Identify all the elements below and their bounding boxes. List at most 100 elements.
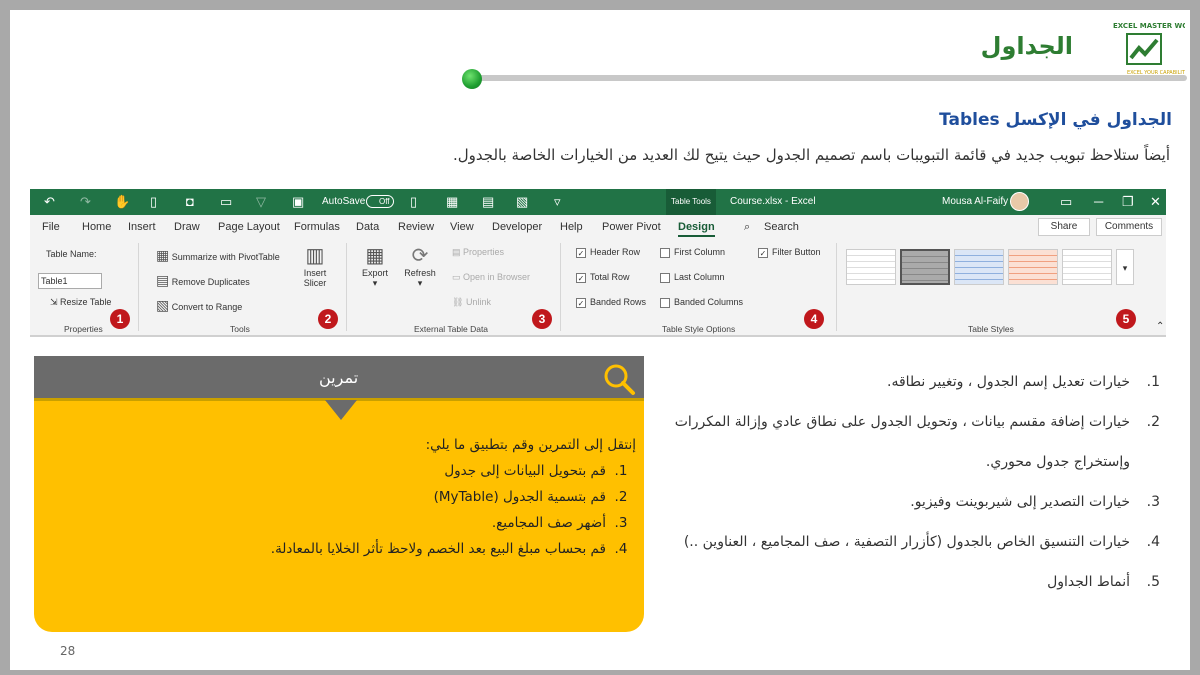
refresh-button[interactable]: ⟳ Refresh ▾ xyxy=(400,243,440,289)
table-style-thumb[interactable] xyxy=(1008,249,1058,285)
total-row-checkbox[interactable]: ✓ Total Row xyxy=(576,272,630,283)
redo-icon[interactable]: ↷ xyxy=(80,194,91,210)
share-button[interactable]: Share xyxy=(1038,218,1090,236)
header-row-checkbox[interactable]: ✓ Header Row xyxy=(576,247,640,258)
tools-group-label: Tools xyxy=(230,324,250,334)
filter-icon[interactable]: ▽ xyxy=(256,194,266,210)
checkbox-checked: ✓ xyxy=(576,297,586,308)
user-name: Mousa Al-Faify xyxy=(942,196,1009,207)
tab-file[interactable]: File xyxy=(42,221,60,233)
customize-qat-icon[interactable]: ▿ xyxy=(554,194,561,210)
undo-icon[interactable]: ↶ xyxy=(44,194,55,210)
restore-icon[interactable]: ❐ xyxy=(1122,194,1134,210)
table-icon[interactable]: ▤ xyxy=(482,194,494,210)
search-icon[interactable]: ⌕ xyxy=(744,221,750,234)
share-label: Share xyxy=(1050,221,1078,232)
tab-power-pivot[interactable]: Power Pivot xyxy=(602,221,661,233)
tab-review[interactable]: Review xyxy=(398,221,434,233)
list-item: 1. قم بتحويل البيانات إلى جدول xyxy=(46,458,636,484)
exercise-body: إنتقل إلى التمرين وقم بتطبيق ما يلي: 1. ق… xyxy=(46,432,636,562)
insert-slicer-button[interactable]: ▥ Insert Slicer xyxy=(300,243,330,288)
chart-icon[interactable]: ▧ xyxy=(516,194,528,210)
tab-view[interactable]: View xyxy=(450,221,474,233)
item-text: أنماط الجداول xyxy=(1047,574,1130,590)
slicer-icon: ▥ xyxy=(305,245,325,267)
tab-insert[interactable]: Insert xyxy=(128,221,156,233)
badge-2: 2 xyxy=(318,309,338,329)
badge-3: 3 xyxy=(532,309,552,329)
properties-button[interactable]: ▤ Properties xyxy=(452,247,504,258)
comments-button[interactable]: Comments xyxy=(1096,218,1162,236)
last-column-checkbox[interactable]: Last Column xyxy=(660,272,725,283)
table-style-thumb-selected[interactable] xyxy=(900,249,950,285)
save-icon[interactable]: ▣ xyxy=(292,194,304,210)
pivot-icon: ▦ xyxy=(156,247,170,263)
table-name-input[interactable]: Table1 xyxy=(38,273,102,289)
first-column-checkbox[interactable]: First Column xyxy=(660,247,725,258)
new-icon[interactable]: ▯ xyxy=(150,194,157,210)
list-item: 4. قم بحساب مبلغ البيع بعد الخصم ولاحظ تأ… xyxy=(46,536,636,562)
remove-duplicates-button[interactable]: ▤ Remove Duplicates xyxy=(156,272,250,289)
collapse-ribbon-icon[interactable]: ⌃ xyxy=(1156,321,1164,332)
list-item: 3. أضهر صف المجاميع. xyxy=(46,510,636,536)
tab-data[interactable]: Data xyxy=(356,221,379,233)
table-name-label: Table Name: xyxy=(46,249,97,259)
options-group-label: Table Style Options xyxy=(662,324,736,334)
item-text: خيارات التصدير إلى شيربوينت وفيزيو. xyxy=(910,494,1130,510)
search-box[interactable]: Search xyxy=(764,221,799,233)
banded-columns-checkbox[interactable]: Banded Columns xyxy=(660,297,743,308)
banded-rows-checkbox[interactable]: ✓ Banded Rows xyxy=(576,297,646,308)
banded-columns-label: Banded Columns xyxy=(674,297,744,307)
resize-table-label: Resize Table xyxy=(60,297,112,307)
item-number: 5. xyxy=(1146,574,1160,590)
ribbon-display-icon[interactable]: ▭ xyxy=(1060,194,1072,210)
slicer-label-1: Insert xyxy=(303,268,327,278)
convert-range-button[interactable]: ▧ Convert to Range xyxy=(156,297,242,314)
properties-group-label: Properties xyxy=(64,324,103,334)
remove-dup-icon: ▤ xyxy=(156,272,170,288)
summarize-pivot-button[interactable]: ▦ Summarize with PivotTable xyxy=(156,247,280,264)
close-icon[interactable]: ✕ xyxy=(1150,194,1161,210)
table-style-thumb[interactable] xyxy=(1062,249,1112,285)
tab-formulas[interactable]: Formulas xyxy=(294,221,340,233)
styles-more-button[interactable]: ▾ xyxy=(1116,249,1134,285)
exercise-header: تمرين xyxy=(34,356,644,401)
refresh-icon: ⟳ xyxy=(411,245,429,267)
checkbox-checked: ✓ xyxy=(758,247,768,258)
list-item: 2. قم بتسمية الجدول (MyTable) xyxy=(46,484,636,510)
touch-mode-icon[interactable]: ✋ xyxy=(114,194,130,210)
autosave-toggle[interactable]: Off xyxy=(366,195,394,208)
convert-icon: ▧ xyxy=(156,297,170,313)
resize-table-button[interactable]: ⇲ Resize Table xyxy=(50,297,111,308)
badge-4: 4 xyxy=(804,309,824,329)
header-row-label: Header Row xyxy=(590,247,641,257)
svg-text:EXCEL MASTER WORK: EXCEL MASTER WORK xyxy=(1113,22,1185,30)
minimize-icon[interactable]: ─ xyxy=(1094,194,1103,209)
tab-home[interactable]: Home xyxy=(82,221,111,233)
tab-design[interactable]: Design xyxy=(678,221,715,237)
table-style-thumb[interactable] xyxy=(954,249,1004,285)
badge-5: 5 xyxy=(1116,309,1136,329)
doc-icon[interactable]: ▯ xyxy=(410,194,417,210)
export-label: Export xyxy=(361,268,388,278)
avatar[interactable] xyxy=(1010,192,1029,211)
export-button[interactable]: ▦ Export ▾ xyxy=(358,243,392,289)
tab-page-layout[interactable]: Page Layout xyxy=(218,221,280,233)
unlink-button[interactable]: ⛓ Unlink xyxy=(452,297,491,308)
exercise-title: تمرين xyxy=(319,368,359,387)
logo: EXCEL MASTER WORK EXCEL YOUR CAPABILITY xyxy=(1105,16,1190,78)
checkbox-unchecked xyxy=(660,272,670,283)
tab-draw[interactable]: Draw xyxy=(174,221,200,233)
filter-button-checkbox[interactable]: ✓ Filter Button xyxy=(758,247,821,258)
open-icon[interactable]: ▭ xyxy=(220,194,232,210)
table-style-thumb[interactable] xyxy=(846,249,896,285)
camera-icon[interactable]: ◘ xyxy=(186,194,194,209)
grid-icon[interactable]: ▦ xyxy=(446,194,458,210)
tab-developer[interactable]: Developer xyxy=(492,221,542,233)
list-item: 5. أنماط الجداول xyxy=(640,562,1160,602)
styles-group-label: Table Styles xyxy=(968,324,1014,334)
properties-label: Properties xyxy=(463,247,505,257)
tab-help[interactable]: Help xyxy=(560,221,583,233)
separator xyxy=(138,243,139,331)
open-browser-button[interactable]: ▭ Open in Browser xyxy=(452,272,530,283)
